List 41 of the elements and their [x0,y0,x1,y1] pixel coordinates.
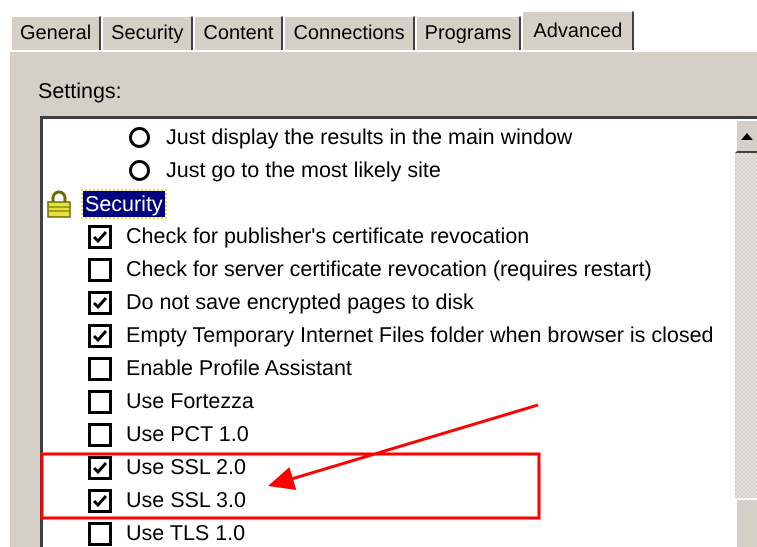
checkbox[interactable] [88,488,112,512]
checkbox[interactable] [88,422,112,446]
up-arrow-icon [741,132,753,140]
checkmark-icon [92,228,108,244]
option-label: Empty Temporary Internet Files folder when browser is closed [126,323,714,348]
radio-button[interactable] [129,127,150,148]
option-label: Just display the results in the main window [166,125,572,150]
checkbox[interactable] [88,290,112,314]
option-label: Do not save encrypted pages to disk [126,290,474,315]
checkmark-icon [92,460,108,476]
tab[interactable]: Security [101,15,194,50]
option-label: Use Fortezza [126,389,254,414]
category-label[interactable]: Security [83,190,165,216]
tab[interactable]: Connections [283,15,415,50]
option-label: Use SSL 2.0 [126,455,246,480]
radio-button[interactable] [129,160,150,181]
tab[interactable]: Content [193,15,284,50]
option-label: Use SSL 3.0 [126,488,246,513]
option-label: Use TLS 1.0 [126,521,246,546]
option-label: Just go to the most likely site [166,158,441,183]
checkbox[interactable] [88,224,112,248]
scrollbar-thumb[interactable] [735,498,757,547]
checkbox[interactable] [88,356,112,380]
option-label: Check for server certificate revocation (requires restart) [126,257,652,282]
checkmark-icon [92,492,108,508]
option-label: Check for publisher's certificate revocation [126,224,530,249]
checkbox[interactable] [88,258,112,282]
scroll-up-button[interactable] [735,119,757,153]
tab[interactable]: Programs [414,15,522,50]
option-label: Enable Profile Assistant [126,356,352,381]
checkbox[interactable] [88,522,112,546]
checkmark-icon [92,328,108,344]
checkbox[interactable] [88,456,112,480]
lock-icon [47,190,71,218]
checkmark-icon [92,294,108,310]
option-label: Use PCT 1.0 [126,422,249,447]
checkbox[interactable] [88,324,112,348]
checkbox[interactable] [88,390,112,414]
tab[interactable]: Advanced [521,10,634,50]
settings-label: Settings: [38,78,122,104]
tab[interactable]: General [10,15,102,50]
